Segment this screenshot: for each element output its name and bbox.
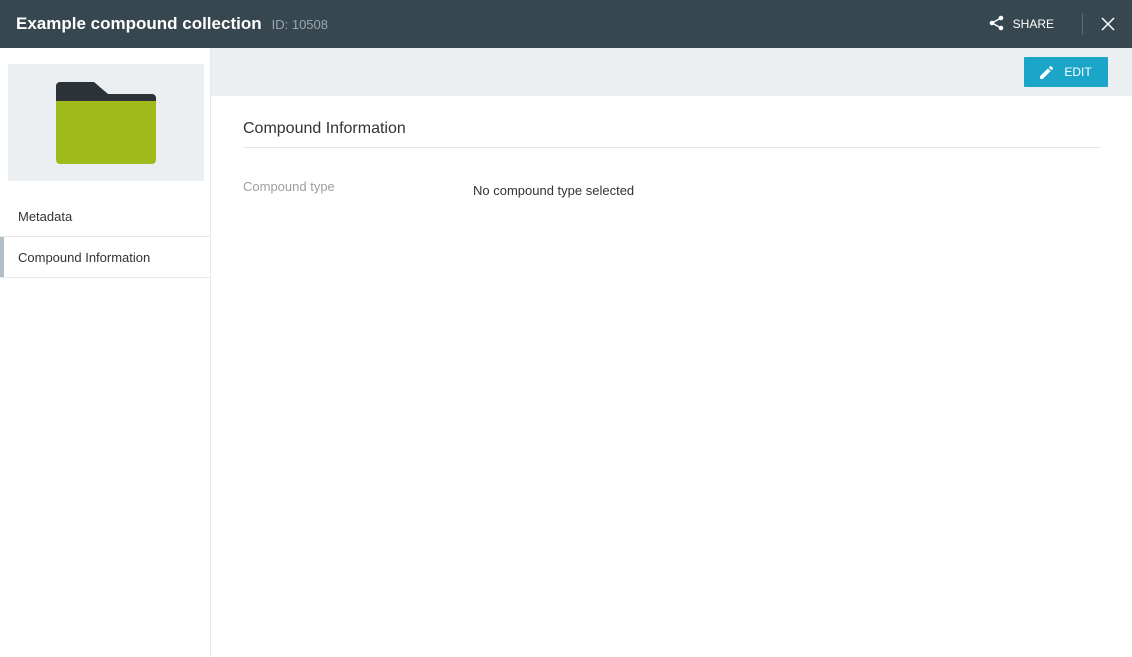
header-actions: SHARE (989, 0, 1132, 48)
close-icon (1100, 17, 1115, 31)
close-button[interactable] (1100, 17, 1115, 32)
sidebar-item-metadata[interactable]: Metadata (0, 196, 210, 237)
sidebar-nav: Metadata Compound Information (0, 196, 210, 278)
collection-title: Example compound collection (16, 14, 262, 33)
sidebar-item-compound-information[interactable]: Compound Information (0, 237, 210, 278)
main-content: Compound Information Compound type No co… (243, 96, 1101, 198)
share-label: SHARE (1012, 17, 1054, 31)
sidebar-item-label: Metadata (18, 208, 73, 224)
header-divider (1082, 13, 1083, 35)
folder-icon (56, 81, 156, 164)
toolbar: EDIT (211, 48, 1132, 96)
edit-label: EDIT (1064, 65, 1092, 79)
field-value: No compound type selected (473, 183, 635, 198)
share-icon (989, 15, 1013, 34)
pencil-icon (1040, 65, 1054, 79)
collection-id: ID: 10508 (271, 16, 328, 32)
sidebar-item-label: Compound Information (18, 249, 151, 265)
collection-thumbnail (8, 64, 204, 181)
sidebar: Metadata Compound Information (0, 48, 211, 657)
field-label: Compound type (243, 179, 335, 194)
section-title: Compound Information (243, 120, 1101, 148)
share-button[interactable]: SHARE (989, 15, 1054, 34)
app-header: Example compound collection ID: 10508 SH… (0, 0, 1132, 48)
edit-button[interactable]: EDIT (1024, 57, 1108, 87)
field-row-compound-type: Compound type No compound type selected (243, 179, 1101, 198)
